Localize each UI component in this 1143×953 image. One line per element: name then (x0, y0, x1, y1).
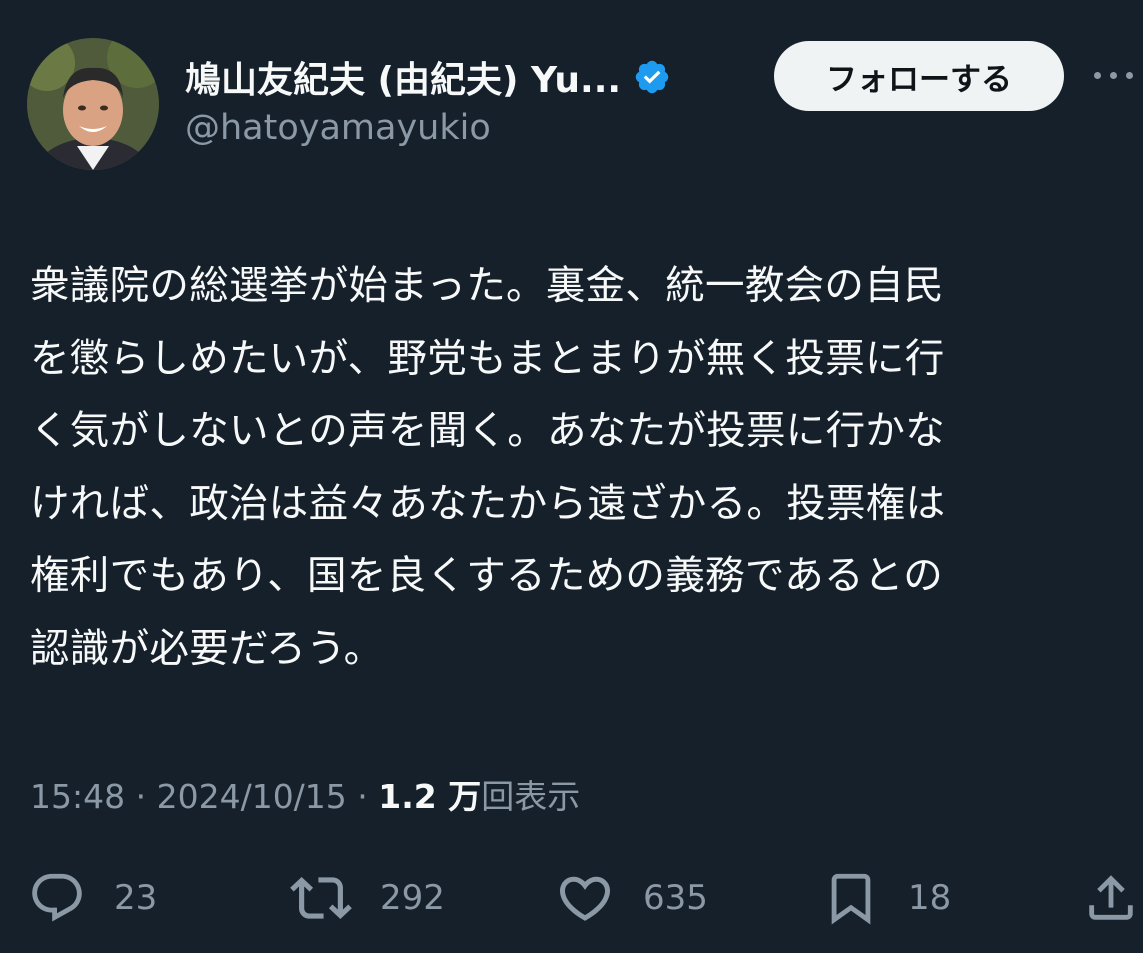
tweet-text-line: く気がしないとの声を聞く。あなたが投票に行かな (30, 408, 946, 454)
share-button[interactable] (1082, 862, 1140, 934)
tweet-text-line: 衆議院の総選挙が始まった。裏金、統一教会の自民 (30, 263, 944, 309)
author-name-row[interactable]: 鳩山友紀夫 (由紀夫) Yu... (185, 52, 671, 102)
share-icon (1089, 875, 1133, 920)
tweet-time[interactable]: 15:48 (30, 777, 125, 816)
views-count[interactable]: 1.2 万 (378, 770, 481, 818)
more-horizontal-icon (1110, 71, 1117, 79)
more-horizontal-icon (1126, 71, 1133, 79)
reply-count: 23 (114, 878, 158, 918)
retweet-button[interactable]: 292 (290, 862, 445, 934)
avatar[interactable] (27, 38, 159, 170)
tweet-text-line: 認識が必要だろう。 (30, 625, 384, 672)
reply-icon (32, 873, 82, 922)
bookmark-count: 18 (908, 878, 952, 918)
heart-icon (559, 876, 611, 921)
author-handle[interactable]: @hatoyamayukio (185, 108, 491, 148)
follow-button[interactable]: フォローする (774, 41, 1064, 111)
meta-separator: · (346, 777, 379, 816)
bookmark-button[interactable]: 18 (822, 862, 951, 934)
tweet-date[interactable]: 2024/10/15 (157, 777, 347, 816)
tweet-text-line: ければ、政治は益々あなたから遠ざかる。投票権は (30, 480, 946, 527)
action-bar: 23 292 635 18 (0, 862, 1143, 934)
more-horizontal-icon (1094, 71, 1101, 79)
meta-separator: · (125, 777, 157, 816)
verified-badge-icon[interactable] (633, 58, 671, 96)
tweet-meta: 15:48 · 2024/10/15 · 1.2 万 回表示 (30, 770, 580, 818)
reply-button[interactable]: 23 (28, 862, 157, 934)
more-options-button[interactable] (1094, 60, 1143, 90)
retweet-icon (290, 877, 352, 919)
like-button[interactable]: 635 (555, 862, 708, 934)
author-display-name[interactable]: 鳩山友紀夫 (由紀夫) Yu... (185, 51, 621, 103)
tweet-text: 衆議院の総選挙が始まった。裏金、統一教会の自民 を懲らしめたいが、野党もまとまり… (30, 250, 1130, 685)
bookmark-icon (831, 873, 871, 925)
views-label: 回表示 (481, 777, 581, 816)
like-count: 635 (643, 878, 708, 918)
retweet-count: 292 (380, 878, 445, 918)
tweet-text-line: を懲らしめたいが、野党もまとまりが無く投票に行 (30, 335, 945, 382)
tweet-text-line: 権利でもあり、国を良くするための義務であるとの (30, 553, 944, 599)
